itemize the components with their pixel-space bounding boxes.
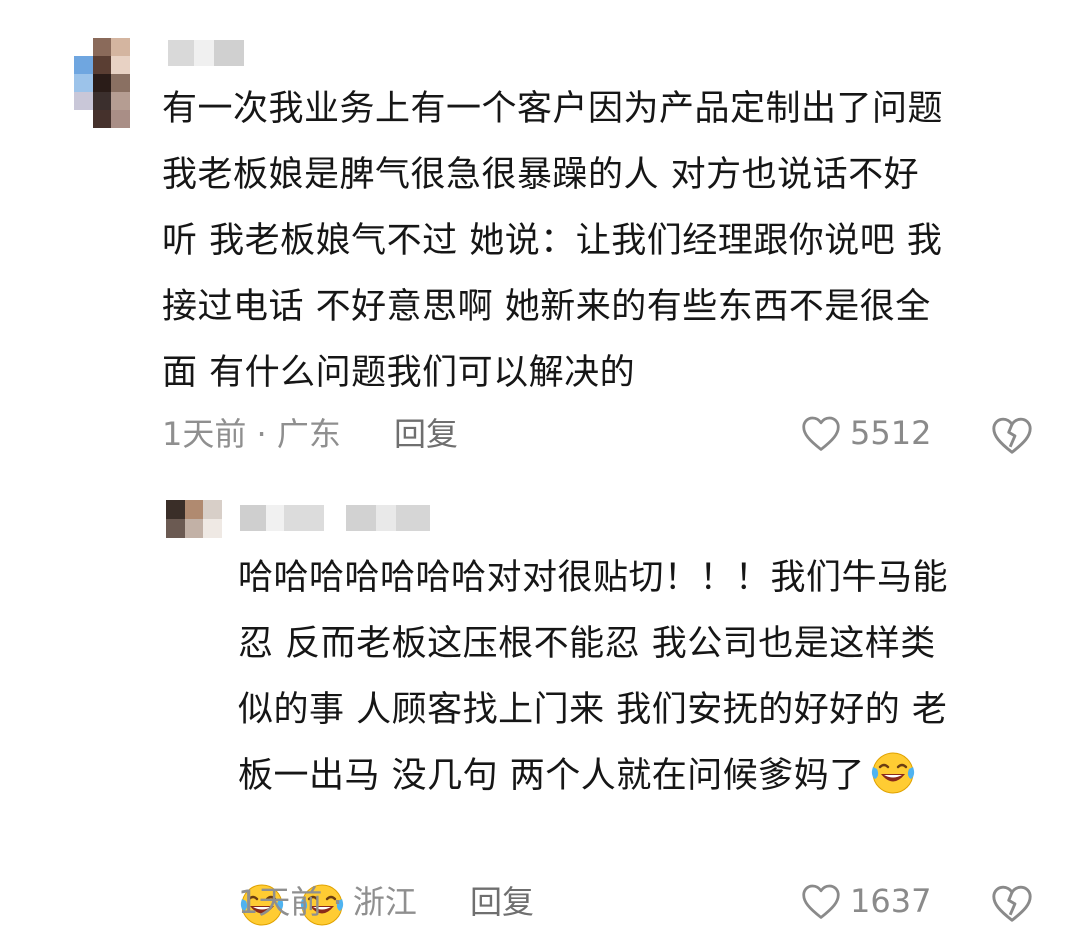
- replier-name-blurred: [240, 505, 430, 531]
- broken-heart-icon[interactable]: [990, 883, 1034, 923]
- reply-time: 1天前: [238, 883, 323, 921]
- broken-heart-icon[interactable]: [990, 415, 1034, 455]
- laughing-tears-emoji: [871, 752, 914, 794]
- reply-reply-button[interactable]: 回复: [470, 882, 534, 922]
- reply-location: 浙江: [352, 883, 417, 921]
- comment-text: 有一次我业务上有一个客户因为产品定制出了问题 我老板娘是脾气很急很暴躁的人 对方…: [162, 89, 944, 393]
- comment-like-count: 5512: [850, 414, 932, 452]
- comment-time: 1天前: [162, 415, 247, 453]
- comment-like-button[interactable]: 5512: [800, 414, 931, 452]
- reply-meta: 1天前 · 浙江: [238, 882, 417, 922]
- comment-meta: 1天前 · 广东: [162, 414, 341, 454]
- reply-text-content: 哈哈哈哈哈哈哈对对很贴切！！！我们牛马能 忍 反而老板这压根不能忍 我公司也是这…: [238, 558, 949, 796]
- heart-icon: [802, 884, 840, 919]
- meta-separator: ·: [322, 883, 353, 921]
- reply-like-count: 1637: [850, 882, 932, 920]
- reply-like-button[interactable]: 1637: [800, 882, 931, 920]
- comment-location: 广东: [276, 415, 341, 453]
- comment-reply-button[interactable]: 回复: [394, 414, 458, 454]
- commenter-avatar[interactable]: [74, 38, 130, 128]
- replier-avatar[interactable]: [166, 500, 222, 538]
- heart-icon: [802, 416, 840, 451]
- meta-separator: ·: [246, 415, 277, 453]
- commenter-name-blurred: [168, 40, 244, 66]
